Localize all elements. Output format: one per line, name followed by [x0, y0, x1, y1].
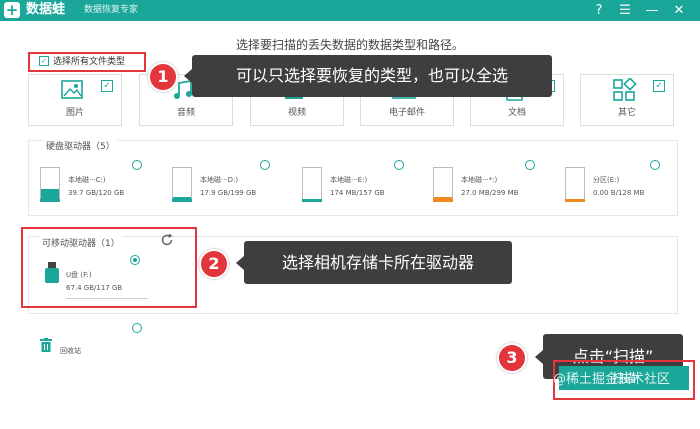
callout-tail [535, 349, 543, 364]
drive-radio[interactable] [394, 160, 404, 170]
drive-size: 0.00 B/128 MB [593, 189, 645, 197]
file-type-label: 音频 [176, 108, 195, 118]
hard-drives-title: 硬盘驱动器（5） [44, 139, 117, 152]
hard-drive-item[interactable]: 本地磁···D:) 17.9 GB/199 GB [172, 160, 302, 213]
file-type-label: 图片 [65, 108, 84, 118]
callout-2-text: 选择相机存储卡所在驱动器 [281, 253, 474, 272]
drive-radio[interactable] [260, 160, 270, 170]
app-logo-icon: + [4, 1, 20, 19]
minimize-icon[interactable]: — [643, 2, 661, 19]
app-name: 数据蛙 [26, 2, 66, 17]
close-icon[interactable]: ✕ [670, 2, 688, 19]
drive-name: 本地磁···*:) [461, 176, 498, 184]
hard-drive-item[interactable]: 本地磁···*:) 27.0 MB/299 MB [433, 160, 563, 213]
hard-drive-item[interactable]: 分区(E:) 0.00 B/128 MB [565, 160, 695, 213]
drive-name: 分区(E:) [593, 176, 620, 184]
drive-icon [302, 167, 322, 202]
title-bar: + 数据蛙 数据恢复专家 ? ☰ — ✕ [0, 0, 700, 21]
drive-base-bar [40, 199, 60, 202]
checkbox-icon: ✓ [39, 55, 49, 66]
drive-size: 17.9 GB/199 GB [200, 189, 257, 197]
drive-name: 本地磁···D:) [200, 176, 239, 184]
callout-1-text: 可以只选择要恢复的类型，也可以全选 [235, 66, 508, 85]
file-type-label: 其它 [617, 108, 636, 118]
drive-name: 本地磁···C:) [68, 176, 106, 184]
drive-base-bar [172, 199, 192, 202]
trash-icon[interactable] [40, 338, 52, 352]
drive-size: 39.7 GB/120 GB [68, 189, 125, 197]
drive-base-bar [565, 199, 585, 202]
check-icon: ✓ [653, 80, 665, 92]
drive-name: 本地磁···E:) [330, 176, 368, 184]
drive-icon [172, 167, 192, 202]
hard-drive-item[interactable]: 本地磁···E:) 174 MB/157 GB [302, 160, 432, 213]
callout-tail [184, 69, 192, 83]
file-type-other[interactable]: ✓ 其它 [580, 74, 674, 126]
drive-radio[interactable] [650, 160, 660, 170]
help-icon[interactable]: ? [590, 2, 608, 19]
instruction-text: 选择要扫描的丢失数据的数据类型和路径。 [235, 38, 464, 52]
drive-radio[interactable] [132, 160, 142, 170]
file-type-label: 视频 [287, 108, 306, 118]
file-type-label: 电子邮件 [388, 108, 425, 118]
recycle-bin-radio[interactable] [132, 323, 142, 333]
select-all-checkbox[interactable]: ✓ 选择所有文件类型 [28, 52, 146, 72]
removable-highlight-box [21, 227, 197, 308]
callout-tail [236, 255, 244, 270]
callout-1-badge: 1 [148, 62, 178, 92]
check-icon: ✓ [101, 80, 113, 92]
file-type-image[interactable]: ✓ 图片 [28, 74, 122, 126]
drive-base-bar [433, 199, 453, 202]
select-all-label: 选择所有文件类型 [53, 57, 126, 67]
drive-size: 174 MB/157 GB [330, 189, 385, 197]
drive-icon [565, 167, 585, 202]
callout-1: 可以只选择要恢复的类型，也可以全选 [184, 55, 552, 97]
callout-2: 选择相机存储卡所在驱动器 [236, 241, 512, 284]
app-subtitle: 数据恢复专家 [84, 5, 139, 15]
callout-2-badge: 2 [199, 249, 229, 279]
drive-radio[interactable] [525, 160, 535, 170]
drive-icon [433, 167, 453, 202]
drive-size: 27.0 MB/299 MB [461, 189, 519, 197]
hard-drive-item[interactable]: 本地磁···C:) 39.7 GB/120 GB [40, 160, 170, 213]
file-type-label: 文档 [507, 108, 526, 118]
callout-3-badge: 3 [497, 343, 527, 373]
other-icon [613, 78, 637, 101]
image-icon [61, 80, 83, 99]
watermark: @稀土掘金技术社区 [553, 372, 671, 387]
drive-icon [40, 167, 60, 202]
menu-icon[interactable]: ☰ [616, 2, 634, 19]
recycle-bin-label: 回收站 [60, 347, 81, 355]
drive-base-bar [302, 199, 322, 202]
